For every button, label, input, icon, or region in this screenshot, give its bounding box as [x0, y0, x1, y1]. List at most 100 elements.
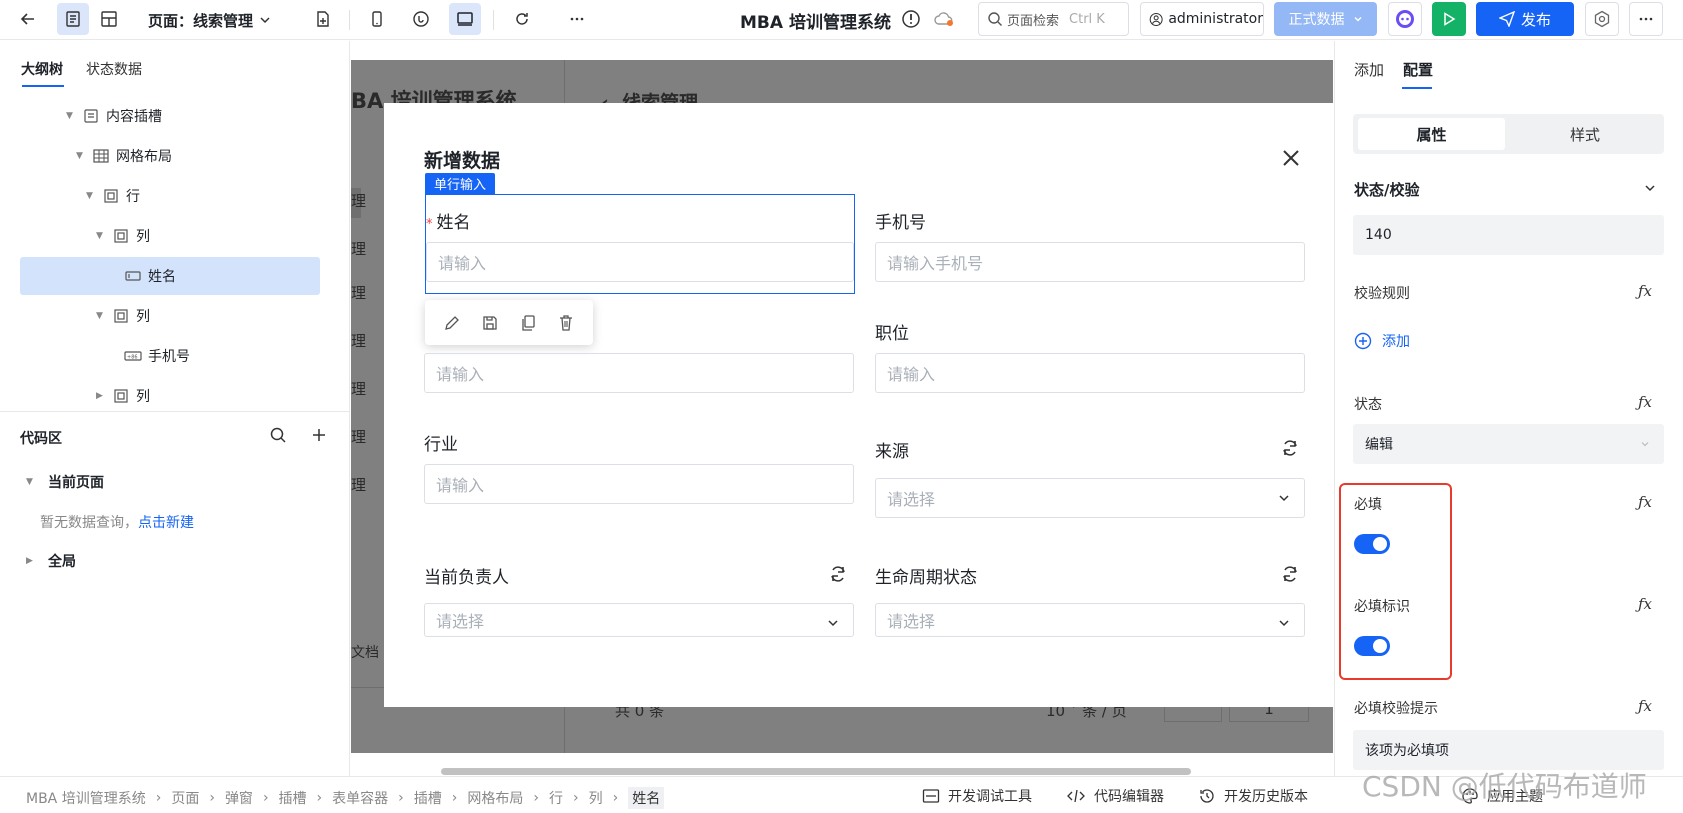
tree-node-row[interactable]: ▼ 行: [20, 177, 320, 215]
tree-node-phone-input[interactable]: +86 手机号: [20, 337, 320, 375]
current-page-group[interactable]: ▼ 当前页面: [26, 472, 104, 492]
page-search-input[interactable]: 页面检索 Ctrl K: [978, 2, 1129, 36]
page-select[interactable]: 页面：线索管理: [148, 8, 271, 32]
breadcrumb-item[interactable]: 页面: [171, 788, 199, 808]
caret-down-icon[interactable]: ▼: [96, 311, 108, 321]
desktop-preview-icon[interactable]: [449, 3, 481, 35]
lifecycle-select[interactable]: 请选择: [875, 603, 1305, 637]
industry-input[interactable]: 请输入: [424, 464, 854, 504]
fx-icon[interactable]: ƒx: [1638, 697, 1652, 715]
fx-icon[interactable]: ƒx: [1638, 595, 1652, 613]
global-group[interactable]: ▶ 全局: [26, 551, 76, 571]
edit-icon[interactable]: [443, 314, 461, 332]
caret-right-icon[interactable]: ▶: [96, 391, 108, 401]
company-input[interactable]: 请输入: [424, 353, 854, 393]
tree-node-content-slot[interactable]: ▼ 内容插槽: [20, 97, 320, 135]
fx-icon[interactable]: ƒx: [1638, 493, 1652, 511]
more-icon[interactable]: [561, 3, 593, 35]
column-icon: [114, 389, 128, 403]
tree-node-column[interactable]: ▼ 列: [20, 297, 320, 335]
play-icon[interactable]: [1432, 2, 1466, 36]
value-input[interactable]: 140: [1353, 215, 1664, 255]
name-label-text: 姓名: [436, 213, 471, 233]
add-icon[interactable]: [310, 426, 328, 444]
row-icon: [104, 189, 118, 203]
publish-button[interactable]: 发布: [1476, 2, 1574, 36]
user-icon: [1149, 12, 1163, 26]
tree-node-label: 列: [136, 309, 150, 325]
owner-placeholder: 请选择: [436, 612, 485, 631]
breadcrumb-item[interactable]: 行: [549, 788, 563, 808]
new-page-icon[interactable]: [307, 3, 339, 35]
delete-icon[interactable]: [557, 314, 575, 332]
refresh-icon[interactable]: [1280, 438, 1300, 458]
fx-icon[interactable]: ƒx: [1638, 393, 1652, 411]
tab-outline-tree[interactable]: 大纲树: [21, 59, 63, 79]
tab-config[interactable]: 配置: [1403, 59, 1433, 80]
tab-state-data[interactable]: 状态数据: [86, 59, 142, 79]
code-editor-button[interactable]: 代码编辑器: [1066, 786, 1164, 806]
grid-icon: [93, 149, 109, 163]
required-mark-toggle[interactable]: [1354, 636, 1390, 656]
caret-down-icon[interactable]: ▼: [76, 151, 88, 161]
phone-input[interactable]: 请输入手机号: [875, 242, 1305, 282]
ai-assistant-icon[interactable]: [1388, 2, 1422, 36]
horizontal-scrollbar[interactable]: [441, 768, 1191, 775]
back-arrow-icon[interactable]: [12, 3, 44, 35]
dev-debug-tool-button[interactable]: 开发调试工具: [922, 786, 1032, 806]
state-value: 编辑: [1365, 437, 1393, 453]
bg-side-item: 理: [351, 428, 367, 446]
add-rule-button[interactable]: 添加: [1354, 331, 1410, 351]
caret-down-icon[interactable]: ▼: [66, 111, 78, 121]
breadcrumb-item[interactable]: 网格布局: [467, 788, 523, 808]
create-query-link[interactable]: 点击新建: [138, 515, 194, 531]
env-select-button[interactable]: 正式数据: [1274, 2, 1377, 36]
breadcrumb-item[interactable]: 表单容器: [332, 788, 388, 808]
search-icon[interactable]: [269, 426, 287, 444]
breadcrumb-item[interactable]: 插槽: [414, 788, 442, 808]
mobile-preview-icon[interactable]: [361, 3, 393, 35]
breadcrumb-item[interactable]: 弹窗: [225, 788, 253, 808]
breadcrumb-item[interactable]: 插槽: [279, 788, 307, 808]
tree-node-label: 姓名: [148, 269, 176, 285]
industry-field-label: 行业: [424, 435, 458, 455]
tree-node-grid[interactable]: ▼ 网格布局: [20, 137, 320, 175]
segment-properties[interactable]: 属性: [1358, 118, 1505, 150]
caret-down-icon[interactable]: ▼: [26, 477, 38, 487]
dev-history-button[interactable]: 开发历史版本: [1198, 786, 1308, 806]
save-icon[interactable]: [481, 314, 499, 332]
caret-down-icon[interactable]: ▼: [96, 231, 108, 241]
info-icon[interactable]: [901, 9, 921, 29]
breadcrumb-item[interactable]: 列: [589, 788, 603, 808]
tree-node-column[interactable]: ▼ 列: [20, 217, 320, 255]
outline-view-icon[interactable]: [57, 3, 89, 35]
tab-add[interactable]: 添加: [1354, 59, 1384, 80]
name-input[interactable]: 请输入: [426, 242, 854, 282]
refresh-icon[interactable]: [506, 3, 538, 35]
more-options-icon[interactable]: [1629, 2, 1663, 36]
phone-input-icon: +86: [124, 351, 142, 361]
caret-right-icon[interactable]: ▶: [26, 556, 38, 566]
refresh-icon[interactable]: [1280, 564, 1300, 584]
layout-view-icon[interactable]: [93, 3, 125, 35]
breadcrumb-item[interactable]: MBA 培训管理系统: [26, 788, 146, 808]
position-input[interactable]: 请输入: [875, 353, 1305, 393]
chevron-down-icon[interactable]: [1644, 182, 1656, 194]
caret-down-icon[interactable]: ▼: [86, 191, 98, 201]
required-toggle[interactable]: [1354, 534, 1390, 554]
breadcrumb-current[interactable]: 姓名: [628, 787, 665, 809]
settings-gear-icon[interactable]: [1585, 2, 1619, 36]
copy-icon[interactable]: [519, 314, 537, 332]
tree-node-column[interactable]: ▶ 列: [20, 377, 320, 415]
mini-program-icon[interactable]: [405, 3, 437, 35]
refresh-icon[interactable]: [828, 564, 848, 584]
tree-node-name-input[interactable]: 姓名: [20, 257, 320, 295]
state-select[interactable]: 编辑: [1353, 424, 1664, 464]
owner-select[interactable]: 请选择: [424, 603, 854, 637]
fx-icon[interactable]: ƒx: [1638, 282, 1652, 300]
close-icon[interactable]: [1278, 145, 1304, 171]
source-select[interactable]: 请选择: [875, 478, 1305, 518]
segment-style[interactable]: 样式: [1510, 118, 1660, 150]
user-menu[interactable]: administrator: [1140, 2, 1264, 36]
required-tip-input[interactable]: 该项为必填项: [1353, 730, 1664, 770]
